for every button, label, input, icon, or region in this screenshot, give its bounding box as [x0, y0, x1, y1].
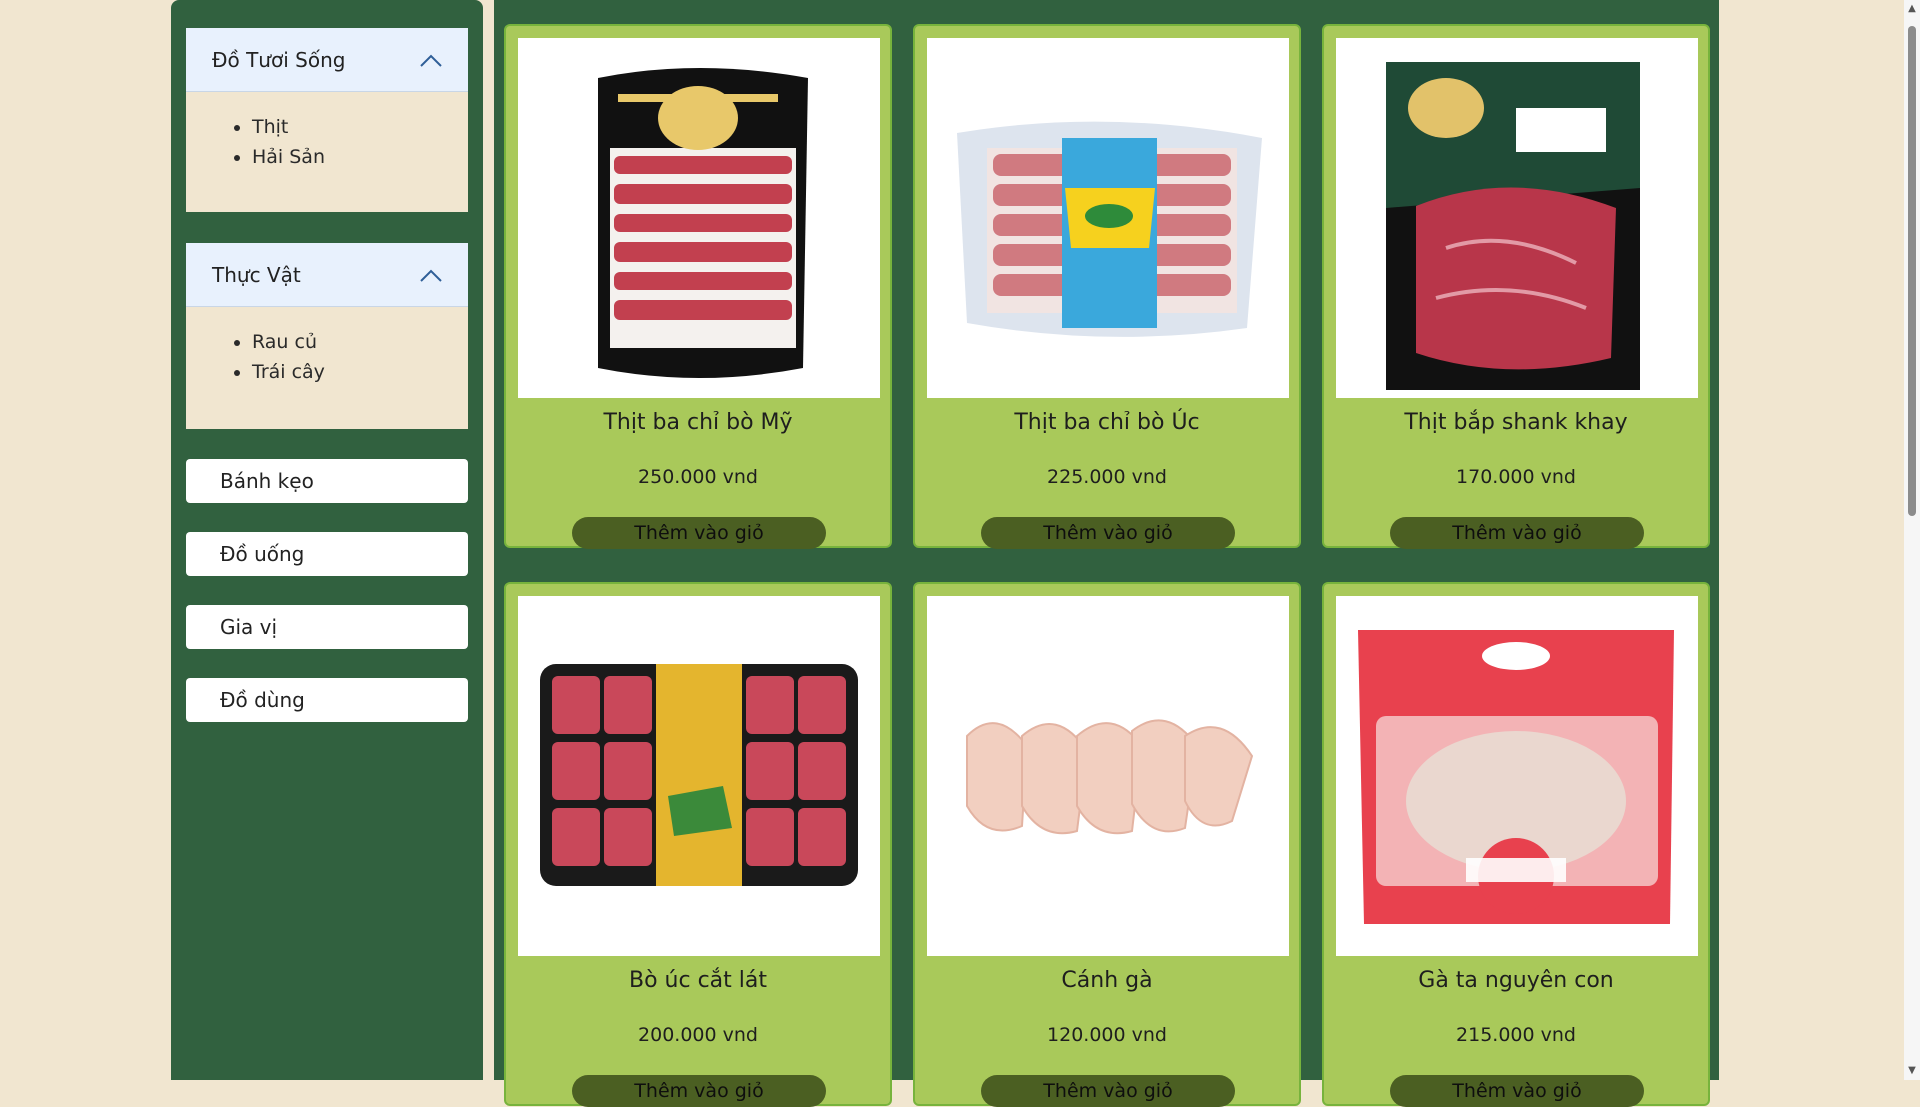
- product-price: 200.000 vnd: [638, 1024, 758, 1046]
- accordion-header-vegetables[interactable]: Thực Vật: [186, 243, 468, 307]
- product-image[interactable]: [1336, 38, 1698, 398]
- page-scrollbar[interactable]: ▲ ▼: [1904, 0, 1920, 1080]
- accordion-header-fresh-food[interactable]: Đồ Tươi Sống: [186, 28, 468, 92]
- category-button-spices[interactable]: Gia vị: [186, 605, 468, 649]
- accordion-fresh-food: Đồ Tươi Sống Thịt Hải Sản: [186, 28, 468, 212]
- product-image[interactable]: [927, 38, 1289, 398]
- product-card: Thịt ba chỉ bò Mỹ 250.000 vnd Thêm vào g…: [504, 24, 892, 549]
- page: Đồ Tươi Sống Thịt Hải Sản Thực Vật: [171, 0, 1719, 1107]
- sliced-beef-tray-image: [540, 664, 858, 886]
- accordion-body: Rau củ Trái cây: [186, 307, 468, 429]
- product-name: Thịt ba chỉ bò Mỹ: [603, 410, 793, 435]
- accordion-title: Đồ Tươi Sống: [212, 47, 346, 72]
- product-name: Thịt bắp shank khay: [1404, 410, 1628, 435]
- product-card: Bò úc cắt lát 200.000 vnd Thêm vào giỏ: [504, 582, 892, 1107]
- accordion-title: Thực Vật: [212, 262, 301, 287]
- sidebar: Đồ Tươi Sống Thịt Hải Sản Thực Vật: [171, 0, 483, 1080]
- sidebar-link-meat[interactable]: Thịt: [252, 116, 288, 138]
- chevron-up-icon: [420, 54, 442, 67]
- product-image[interactable]: [518, 38, 880, 398]
- product-name: Bò úc cắt lát: [629, 968, 767, 993]
- scroll-thumb[interactable]: [1908, 26, 1916, 516]
- product-price: 250.000 vnd: [638, 466, 758, 488]
- sidebar-link-fruits[interactable]: Trái cây: [252, 361, 325, 383]
- category-button-drinks[interactable]: Đồ uống: [186, 532, 468, 576]
- sidebar-link-vegetables[interactable]: Rau củ: [252, 331, 317, 353]
- product-grid: Thịt ba chỉ bò Mỹ 250.000 vnd Thêm vào g…: [494, 0, 1719, 1107]
- list-item: Hải Sản: [252, 142, 468, 172]
- product-name: Thịt ba chỉ bò Úc: [1014, 410, 1200, 435]
- product-price: 215.000 vnd: [1456, 1024, 1576, 1046]
- product-price: 225.000 vnd: [1047, 466, 1167, 488]
- list-item: Trái cây: [252, 357, 468, 387]
- product-price: 120.000 vnd: [1047, 1024, 1167, 1046]
- list-item: Rau củ: [252, 327, 468, 357]
- add-to-cart-button[interactable]: Thêm vào giỏ: [1390, 517, 1644, 549]
- product-card: Thịt ba chỉ bò Úc 225.000 vnd Thêm vào g…: [913, 24, 1301, 549]
- scroll-up-arrow-icon[interactable]: ▲: [1907, 4, 1917, 14]
- product-image[interactable]: [927, 596, 1289, 956]
- product-name: Gà ta nguyên con: [1418, 968, 1614, 993]
- product-card: Cánh gà 120.000 vnd Thêm vào giỏ: [913, 582, 1301, 1107]
- product-image[interactable]: [1336, 596, 1698, 956]
- product-price: 170.000 vnd: [1456, 466, 1576, 488]
- add-to-cart-button[interactable]: Thêm vào giỏ: [981, 517, 1235, 549]
- add-to-cart-button[interactable]: Thêm vào giỏ: [572, 517, 826, 549]
- accordion-vegetables: Thực Vật Rau củ Trái cây: [186, 243, 468, 429]
- beef-package-image: [957, 121, 1262, 337]
- scroll-down-arrow-icon[interactable]: ▼: [1907, 1066, 1917, 1076]
- product-card: Gà ta nguyên con 215.000 vnd Thêm vào gi…: [1322, 582, 1710, 1107]
- product-card: Thịt bắp shank khay 170.000 vnd Thêm vào…: [1322, 24, 1710, 549]
- accordion-body: Thịt Hải Sản: [186, 92, 468, 212]
- whole-chicken-bag-image: [1358, 630, 1674, 924]
- beef-tray-image: [1386, 62, 1640, 390]
- sidebar-link-seafood[interactable]: Hải Sản: [252, 146, 325, 168]
- product-name: Cánh gà: [1061, 968, 1153, 993]
- chicken-wings-image: [966, 719, 1254, 835]
- beef-package-image: [598, 68, 808, 378]
- category-button-household[interactable]: Đồ dùng: [186, 678, 468, 722]
- list-item: Thịt: [252, 112, 468, 142]
- chevron-up-icon: [420, 269, 442, 282]
- product-image[interactable]: [518, 596, 880, 956]
- category-button-candy[interactable]: Bánh kẹo: [186, 459, 468, 503]
